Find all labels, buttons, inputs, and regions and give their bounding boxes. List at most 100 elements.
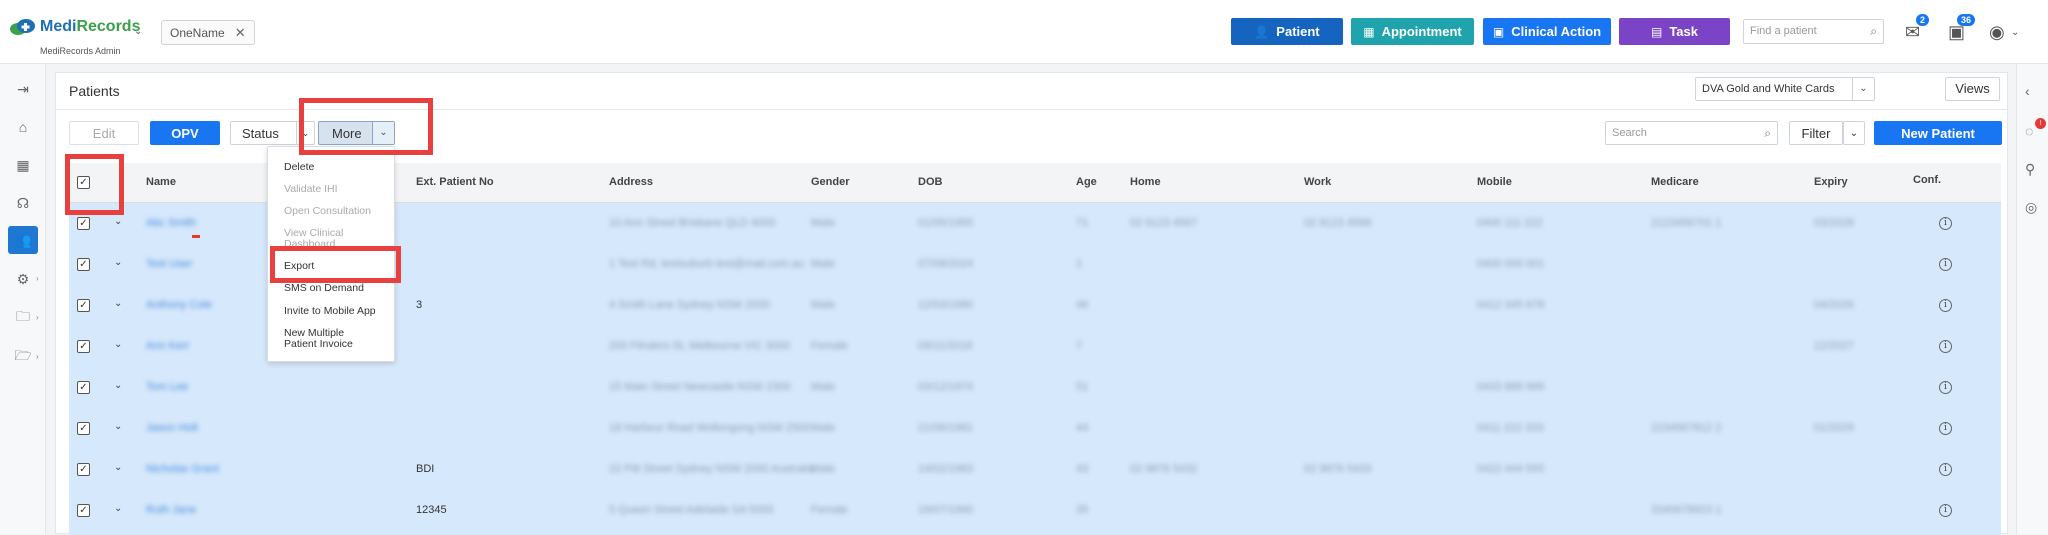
expand-row-chevron-icon[interactable]: ⌄ <box>114 216 122 227</box>
patients-icon[interactable]: 👥 <box>8 226 38 254</box>
cell-dob: 09/11/2018 <box>918 340 973 352</box>
edit-button[interactable]: Edit <box>69 121 139 145</box>
new-patient-button[interactable]: New Patient <box>1874 121 2002 145</box>
folder-export-icon[interactable]: 🗁 <box>8 343 38 371</box>
table-row[interactable]: ✓ ⌄ Ruth Jane 12345 5 Queen Street Adelaide … <box>69 490 2001 531</box>
chevron-down-icon[interactable]: ⌄ <box>1852 78 1874 100</box>
info-icon[interactable]: i <box>1939 299 1952 312</box>
menu-item-new-multiple-patient-invoice[interactable]: New Multiple Patient Invoice <box>284 328 353 350</box>
cell-ext-patient-no: 12345 <box>416 504 447 516</box>
info-icon[interactable]: i <box>1939 258 1952 271</box>
saved-view-select[interactable]: DVA Gold and White Cards ⌄ <box>1695 77 1875 101</box>
views-button[interactable]: Views <box>1945 77 2000 101</box>
mail-icon[interactable]: ✉ <box>1905 22 1920 43</box>
patients-search-input[interactable]: Search ⌕ <box>1605 121 1778 145</box>
column-header-conf[interactable]: Conf. <box>1913 174 1941 186</box>
row-checkbox[interactable]: ✓ <box>77 258 90 271</box>
app-logo[interactable]: MediRecords <box>8 18 140 36</box>
search-icon[interactable]: ⌕ <box>1870 24 1877 39</box>
column-header-ext-patient-no[interactable]: Ext. Patient No <box>416 176 494 188</box>
expand-row-chevron-icon[interactable]: ⌄ <box>114 503 122 514</box>
row-checkbox[interactable]: ✓ <box>77 217 90 230</box>
expand-row-chevron-icon[interactable]: ⌄ <box>114 257 122 268</box>
table-row[interactable]: ✓ ⌄ Tom Lee 15 Main Street Newcastle NSW 23… <box>69 367 2001 408</box>
column-header-expiry[interactable]: Expiry <box>1814 176 1848 188</box>
row-checkbox[interactable]: ✓ <box>77 463 90 476</box>
home-icon[interactable]: ⌂ <box>8 113 38 141</box>
table-row[interactable]: ✓ ⌄ Nicholas Grant BDI 22 Pitt Street Sydney… <box>69 449 2001 490</box>
info-icon[interactable]: i <box>1939 340 1952 353</box>
cell-gender: Male <box>811 381 835 393</box>
tenant-chip[interactable]: OneName ✕ <box>161 20 255 45</box>
chevron-down-icon[interactable]: ⌄ <box>134 26 142 37</box>
folder-icon[interactable]: 🗀 <box>8 304 38 332</box>
menu-item-delete[interactable]: Delete <box>284 162 314 173</box>
table-row[interactable]: ✓ ⌄ Jason Holt 18 Harbour Road Wollongong N… <box>69 408 2001 449</box>
chevron-down-icon[interactable]: ⌄ <box>2011 27 2019 38</box>
close-icon[interactable]: ✕ <box>235 25 246 41</box>
expand-row-chevron-icon[interactable]: ⌄ <box>114 462 122 473</box>
search-placeholder: Search <box>1612 127 1647 139</box>
row-checkbox[interactable]: ✓ <box>77 504 90 517</box>
info-icon[interactable]: i <box>1939 463 1952 476</box>
cell-gender: Male <box>811 463 835 475</box>
menu-item-open-consultation[interactable]: Open Consultation <box>284 206 371 217</box>
apps-icon[interactable]: ⚙ <box>8 265 38 293</box>
chevron-right-icon: › <box>36 313 39 322</box>
menu-item-invite-mobile-app[interactable]: Invite to Mobile App <box>284 306 376 317</box>
expand-row-chevron-icon[interactable]: ⌄ <box>114 380 122 391</box>
chevron-down-icon[interactable]: ⌄ <box>1843 121 1865 145</box>
info-icon[interactable]: i <box>1939 217 1952 230</box>
add-patient-button[interactable]: 👤 Patient <box>1231 18 1343 45</box>
expand-row-chevron-icon[interactable]: ⌄ <box>114 421 122 432</box>
info-icon[interactable]: i <box>1939 422 1952 435</box>
app-subtitle: MediRecords Admin <box>40 46 121 56</box>
column-header-age[interactable]: Age <box>1076 176 1097 188</box>
column-header-medicare[interactable]: Medicare <box>1651 176 1699 188</box>
column-header-home[interactable]: Home <box>1130 176 1161 188</box>
expand-row-chevron-icon[interactable]: ⌄ <box>114 298 122 309</box>
column-header-address[interactable]: Address <box>609 176 653 188</box>
info-icon[interactable]: i <box>1939 381 1952 394</box>
cell-name[interactable]: Test User <box>146 258 192 270</box>
menu-item-validate-ihi[interactable]: Validate IHI <box>284 184 338 195</box>
cell-name[interactable]: Abc Smith <box>146 217 196 229</box>
user-avatar-icon[interactable]: ◉ <box>1989 22 2005 43</box>
cell-name[interactable]: Ann Kerr <box>146 340 189 352</box>
expand-menu-icon[interactable]: ⇥ <box>8 75 38 103</box>
filter-button[interactable]: Filter <box>1789 121 1843 145</box>
cell-name[interactable]: Jason Holt <box>146 422 198 434</box>
column-header-dob[interactable]: DOB <box>918 176 942 188</box>
search-icon[interactable]: ⌕ <box>1764 126 1771 141</box>
column-header-gender[interactable]: Gender <box>811 176 850 188</box>
add-task-button[interactable]: ▤ Task <box>1619 18 1730 45</box>
row-checkbox[interactable]: ✓ <box>77 340 90 353</box>
add-appointment-button[interactable]: ▦ Appointment <box>1351 18 1474 45</box>
clinical-action-button[interactable]: ▣ Clinical Action <box>1483 18 1611 45</box>
row-checkbox[interactable]: ✓ <box>77 299 90 312</box>
cell-name[interactable]: Anthony Cole <box>146 299 212 311</box>
find-patient-input[interactable]: Find a patient ⌕ <box>1743 19 1884 44</box>
info-icon[interactable]: i <box>1939 504 1952 517</box>
cell-name[interactable]: Nicholas Grant <box>146 463 219 475</box>
pin-icon[interactable]: ⚲ <box>2025 161 2035 178</box>
chevron-left-icon[interactable]: ‹ <box>2025 83 2030 99</box>
cell-name[interactable]: Ruth Jane <box>146 504 196 516</box>
row-checkbox[interactable]: ✓ <box>77 381 90 394</box>
cell-mobile: 0422 444 555 <box>1477 463 1545 475</box>
cell-address: 5 Queen Street Adelaide SA 5000 <box>609 504 774 516</box>
column-header-name[interactable]: Name <box>146 176 176 188</box>
calendar-icon[interactable]: ▦ <box>8 151 38 179</box>
row-checkbox[interactable]: ✓ <box>77 422 90 435</box>
support-icon[interactable]: ◎ <box>2025 199 2037 216</box>
column-header-work[interactable]: Work <box>1304 176 1331 188</box>
stethoscope-icon[interactable]: ☊ <box>8 189 38 217</box>
menu-item-new-invoice-line2: Patient Invoice <box>284 338 353 350</box>
cell-address: 10 Ann Street Brisbane QLD 4000 <box>609 217 776 229</box>
cell-name[interactable]: Tom Lee <box>146 381 188 393</box>
expand-row-chevron-icon[interactable]: ⌄ <box>114 339 122 350</box>
column-header-mobile[interactable]: Mobile <box>1477 176 1512 188</box>
menu-item-sms-on-demand[interactable]: SMS on Demand <box>284 283 364 294</box>
chat-icon[interactable]: ◌ <box>2025 123 2033 139</box>
opv-button[interactable]: OPV <box>150 121 220 145</box>
